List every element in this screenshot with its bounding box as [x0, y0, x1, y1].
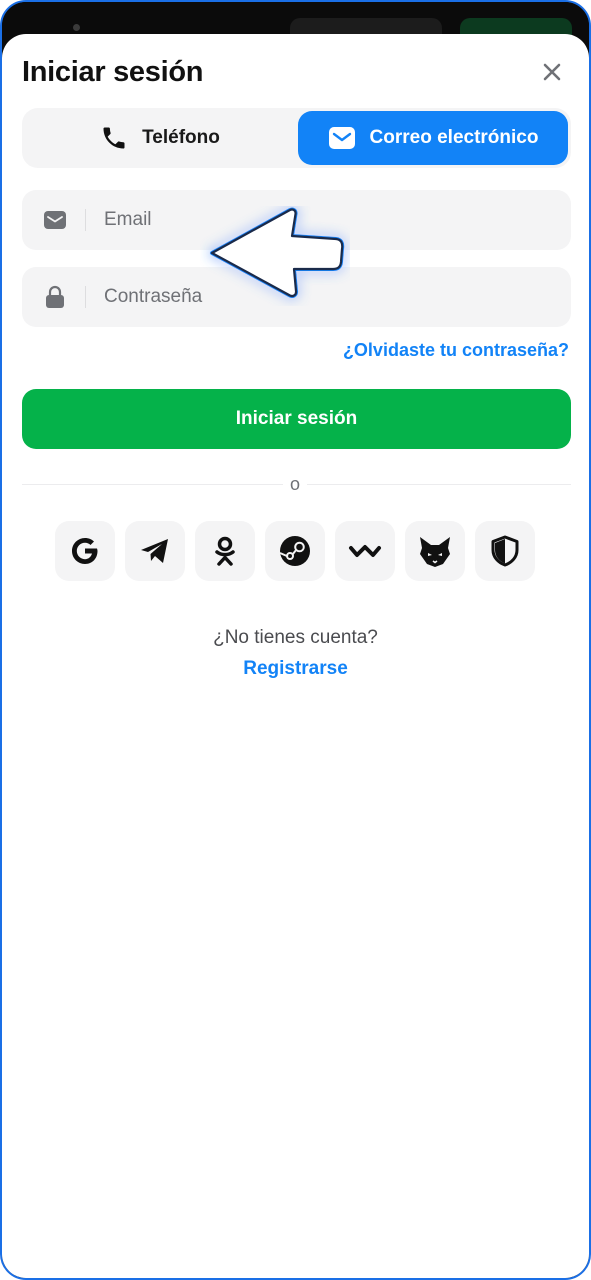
tab-phone-label: Teléfono [142, 127, 220, 148]
close-icon [543, 63, 561, 81]
login-sheet: Iniciar sesión Teléfono Correo electróni… [2, 34, 589, 1278]
password-field[interactable]: Contraseña [22, 267, 571, 327]
login-button[interactable]: Iniciar sesión [22, 389, 571, 449]
metamask-fox-icon [420, 537, 450, 567]
shield-icon [491, 535, 519, 567]
forgot-password-link[interactable]: ¿Olvidaste tu contraseña? [343, 340, 569, 361]
mail-icon [44, 211, 66, 229]
lock-icon [46, 285, 64, 308]
phone-icon [103, 127, 125, 149]
register-link[interactable]: Registrarse [2, 658, 589, 680]
google-login-button[interactable] [55, 521, 115, 581]
telegram-icon [141, 539, 168, 563]
walletconnect-login-button[interactable] [335, 521, 395, 581]
login-method-tabs: Teléfono Correo electrónico [22, 108, 571, 168]
mail-icon [328, 127, 355, 149]
email-field-icon-wrap [22, 190, 88, 250]
telegram-login-button[interactable] [125, 521, 185, 581]
metamask-login-button[interactable] [405, 521, 465, 581]
steam-login-button[interactable] [265, 521, 325, 581]
tab-phone[interactable]: Teléfono [25, 111, 295, 165]
divider-label: o [283, 474, 307, 495]
walletconnect-icon [349, 545, 381, 557]
social-login-row [55, 521, 535, 581]
steam-icon [279, 536, 310, 566]
camera-dot [73, 24, 80, 31]
tab-email-label: Correo electrónico [369, 127, 539, 148]
no-account-text: ¿No tienes cuenta? [213, 627, 378, 648]
odnoklassniki-login-button[interactable] [195, 521, 255, 581]
google-icon [72, 538, 98, 564]
close-button[interactable] [538, 58, 566, 86]
email-placeholder: Email [104, 209, 152, 230]
tab-email[interactable]: Correo electrónico [298, 111, 568, 165]
odnoklassniki-icon [215, 536, 235, 566]
shield-login-button[interactable] [475, 521, 535, 581]
page-title: Iniciar sesión [22, 56, 204, 88]
phone-frame: Iniciar sesión Teléfono Correo electróni… [0, 0, 591, 1280]
email-field[interactable]: Email [22, 190, 571, 250]
password-placeholder: Contraseña [104, 286, 203, 307]
password-field-icon-wrap [22, 267, 88, 327]
